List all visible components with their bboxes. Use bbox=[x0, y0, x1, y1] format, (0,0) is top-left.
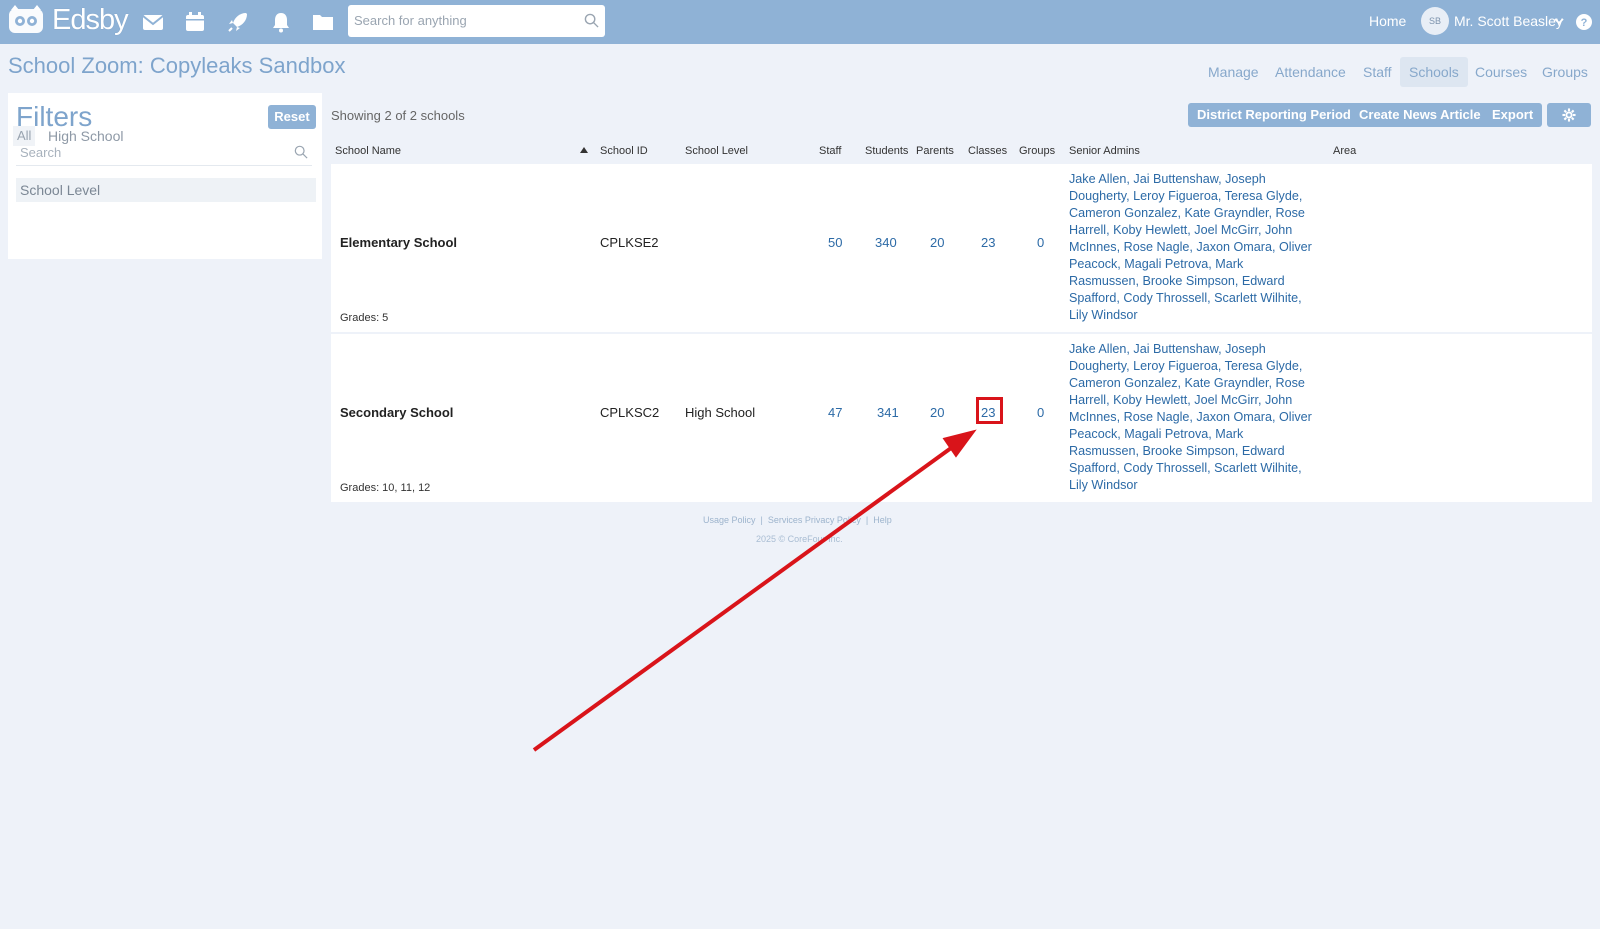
tab-staff[interactable]: Staff bbox=[1354, 57, 1401, 87]
col-classes[interactable]: Classes bbox=[968, 145, 1007, 157]
app-logo[interactable]: Edsby bbox=[52, 4, 129, 37]
school-id: CPLKSC2 bbox=[600, 405, 660, 420]
students-count[interactable]: 341 bbox=[877, 405, 899, 420]
avatar[interactable]: SB bbox=[1421, 7, 1449, 35]
tab-schools[interactable]: Schools bbox=[1400, 57, 1468, 87]
senior-admins-list[interactable]: Jake Allen, Jai Buttenshaw, Joseph Dough… bbox=[1069, 171, 1314, 324]
tab-attendance[interactable]: Attendance bbox=[1266, 57, 1355, 87]
user-menu[interactable]: Mr. Scott Beasley bbox=[1454, 13, 1563, 29]
folder-icon[interactable] bbox=[311, 10, 335, 34]
col-staff[interactable]: Staff bbox=[819, 145, 841, 157]
home-link[interactable]: Home bbox=[1369, 13, 1406, 29]
tab-manage[interactable]: Manage bbox=[1199, 57, 1268, 87]
filters-panel: Filters Reset School Level bbox=[8, 93, 322, 259]
search-icon[interactable] bbox=[584, 13, 599, 28]
grades-label: Grades: 5 bbox=[340, 312, 389, 324]
table-row[interactable]: Elementary School CPLKSE2 50 340 20 23 0… bbox=[331, 164, 1592, 332]
staff-count[interactable]: 47 bbox=[828, 405, 842, 420]
table-row[interactable]: Secondary School CPLKSC2 High School 47 … bbox=[331, 334, 1592, 502]
rocket-icon[interactable] bbox=[226, 10, 250, 34]
help-icon[interactable]: ? bbox=[1575, 13, 1593, 31]
global-search-input[interactable] bbox=[348, 5, 574, 35]
students-count[interactable]: 340 bbox=[875, 235, 897, 250]
parents-count[interactable]: 20 bbox=[930, 235, 944, 250]
senior-admins-list[interactable]: Jake Allen, Jai Buttenshaw, Joseph Dough… bbox=[1069, 341, 1314, 494]
help-link[interactable]: Help bbox=[873, 515, 892, 525]
groups-count[interactable]: 0 bbox=[1037, 405, 1044, 420]
copyright: 2025 © CoreFour Inc. bbox=[756, 534, 843, 544]
export-button[interactable]: Export bbox=[1483, 103, 1543, 127]
reset-button[interactable]: Reset bbox=[268, 105, 316, 129]
global-search[interactable] bbox=[348, 5, 605, 37]
staff-count[interactable]: 50 bbox=[828, 235, 842, 250]
filter-chip-high-school[interactable]: High School bbox=[48, 126, 124, 146]
create-news-article-button[interactable]: Create News Article bbox=[1350, 103, 1490, 127]
top-bar: Edsby Home SB Mr. Scott Beasley ? bbox=[0, 0, 1600, 44]
svg-text:?: ? bbox=[1581, 17, 1588, 29]
usage-policy-link[interactable]: Usage Policy bbox=[703, 515, 756, 525]
col-groups[interactable]: Groups bbox=[1019, 145, 1055, 157]
tab-groups[interactable]: Groups bbox=[1533, 57, 1597, 87]
privacy-policy-link[interactable]: Services Privacy Policy bbox=[768, 515, 861, 525]
settings-button[interactable] bbox=[1547, 103, 1591, 127]
page-title: School Zoom: Copyleaks Sandbox bbox=[8, 53, 346, 78]
filter-group-school-level[interactable]: School Level bbox=[16, 178, 316, 202]
chevron-down-icon[interactable] bbox=[1553, 15, 1565, 27]
school-level: High School bbox=[685, 405, 756, 420]
owl-logo-icon[interactable] bbox=[7, 5, 45, 35]
school-name[interactable]: Elementary School bbox=[340, 235, 457, 250]
groups-count[interactable]: 0 bbox=[1037, 235, 1044, 250]
results-count: Showing 2 of 2 schools bbox=[331, 108, 465, 123]
footer-links: Usage Policy | Services Privacy Policy | Hel… bbox=[703, 515, 892, 525]
tab-courses[interactable]: Courses bbox=[1466, 57, 1536, 87]
col-parents[interactable]: Parents bbox=[916, 145, 954, 157]
calendar-icon[interactable] bbox=[183, 10, 207, 34]
district-reporting-period-button[interactable]: District Reporting Period bbox=[1188, 103, 1360, 127]
col-school-id[interactable]: School ID bbox=[600, 145, 648, 157]
annotation-highlight-box bbox=[976, 397, 1003, 424]
table-header: School Name School ID School Level Staff… bbox=[331, 139, 1592, 163]
col-senior-admins[interactable]: Senior Admins bbox=[1069, 145, 1140, 157]
col-school-name[interactable]: School Name bbox=[335, 145, 401, 157]
col-students[interactable]: Students bbox=[865, 145, 908, 157]
filter-chip-all[interactable]: All bbox=[13, 126, 36, 146]
school-id: CPLKSE2 bbox=[600, 235, 659, 250]
search-icon[interactable] bbox=[294, 145, 308, 159]
mail-icon[interactable] bbox=[141, 10, 165, 34]
col-area[interactable]: Area bbox=[1333, 145, 1356, 157]
gear-icon bbox=[1562, 108, 1576, 122]
school-name[interactable]: Secondary School bbox=[340, 405, 453, 420]
bell-icon[interactable] bbox=[269, 10, 293, 34]
parents-count[interactable]: 20 bbox=[930, 405, 944, 420]
col-school-level[interactable]: School Level bbox=[685, 145, 748, 157]
grades-label: Grades: 10, 11, 12 bbox=[340, 482, 431, 494]
sort-up-icon[interactable] bbox=[580, 147, 588, 153]
classes-count[interactable]: 23 bbox=[981, 235, 995, 250]
